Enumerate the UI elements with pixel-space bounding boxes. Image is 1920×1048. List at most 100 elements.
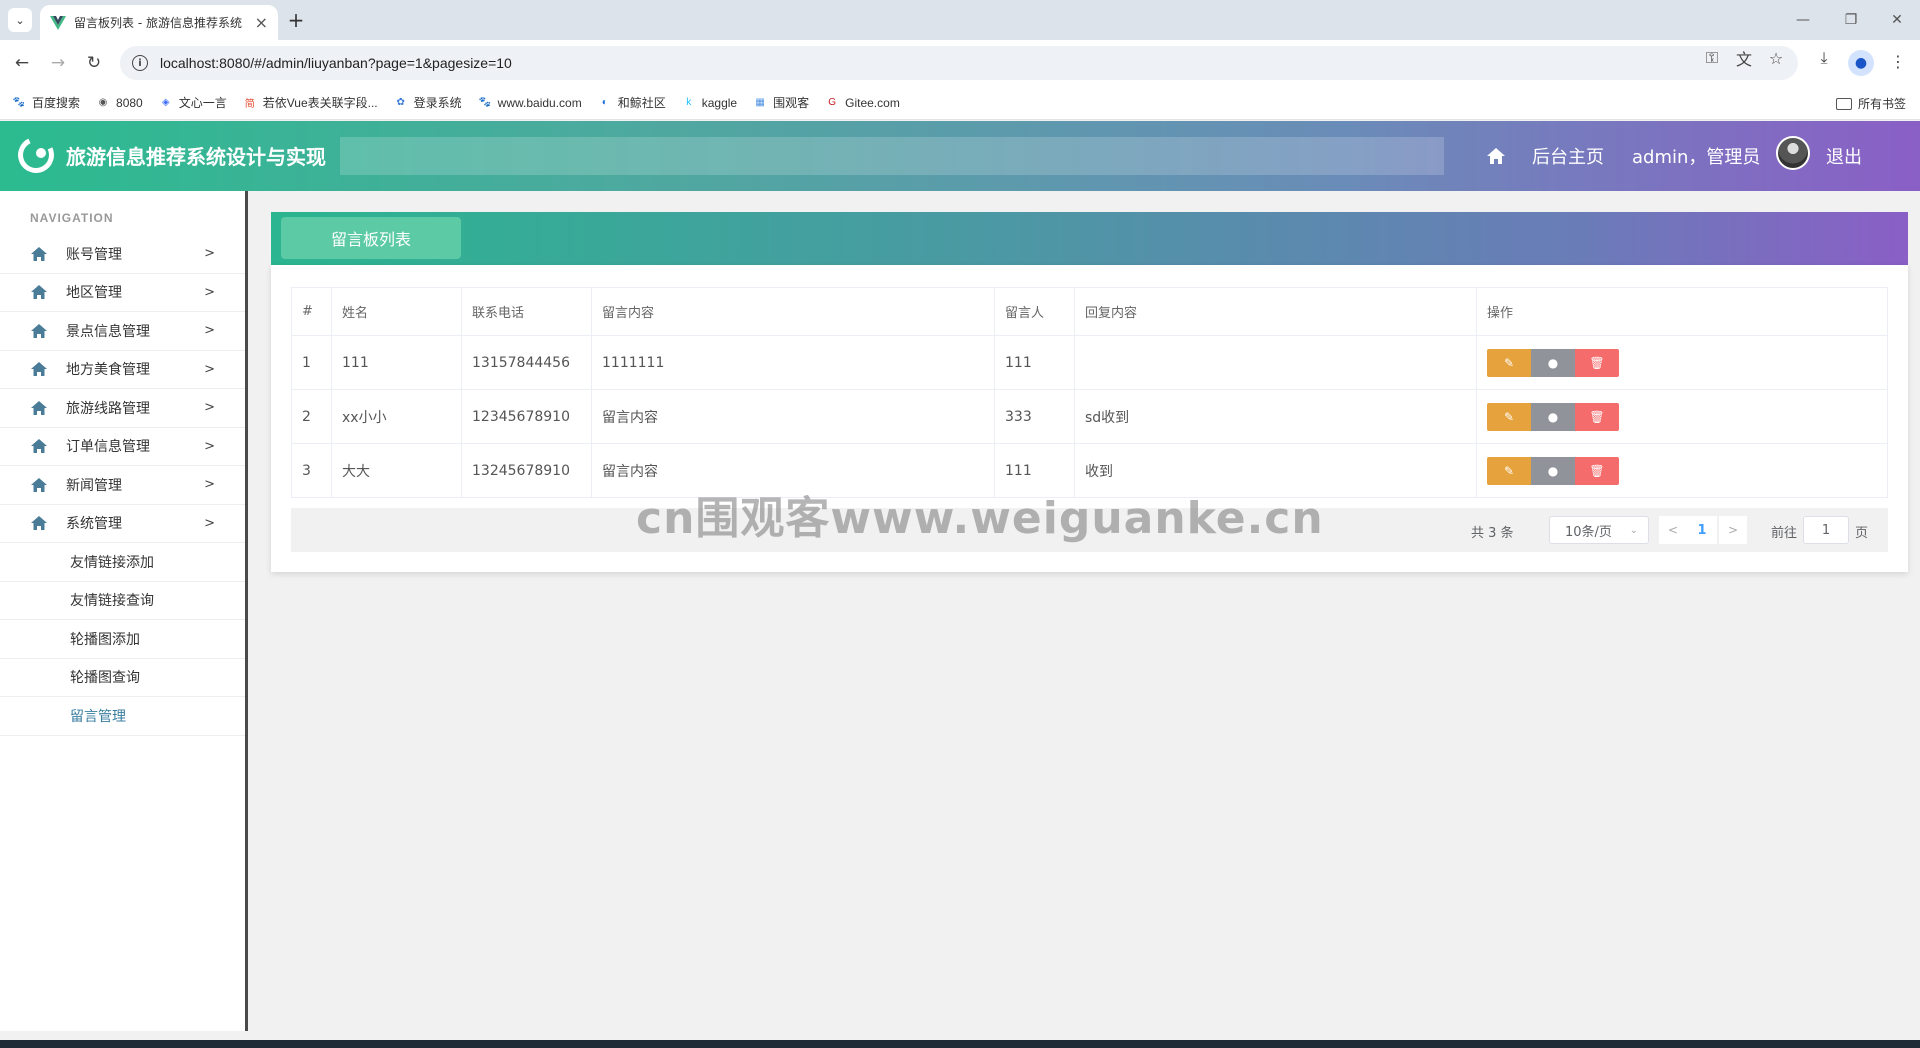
page-size-value: 10条/页 <box>1565 524 1612 540</box>
home-icon[interactable] <box>1486 146 1506 166</box>
sidebar-item-label: 新闻管理 <box>66 477 122 494</box>
sidebar-subitem-carousel-query[interactable]: 轮播图查询 <box>0 659 245 697</box>
sidebar-item-regions[interactable]: 地区管理 > <box>0 274 245 312</box>
delete-button[interactable]: 🗑 <box>1575 348 1619 377</box>
detail-button[interactable]: ● <box>1531 348 1575 377</box>
home-icon <box>31 362 47 377</box>
delete-button[interactable]: 🗑 <box>1575 402 1619 431</box>
cell-phone: 13245678910 <box>461 443 592 498</box>
table-header-row: # 姓名 联系电话 留言内容 留言人 回复内容 操作 <box>291 287 1888 336</box>
edit-button[interactable]: ✎ <box>1487 456 1531 485</box>
close-icon[interactable]: × <box>255 13 268 32</box>
browser-tab[interactable]: 留言板列表 - 旅游信息推荐系统 × <box>40 5 278 40</box>
minimize-icon[interactable]: — <box>1780 0 1826 40</box>
bookmark-item[interactable]: ▦ 围观客 <box>753 94 809 111</box>
cell-reply: sd收到 <box>1074 389 1477 444</box>
table-row: 1 111 13157844456 1111111 111 ✎ ● 🗑 <box>291 335 1888 390</box>
home-icon <box>31 323 47 338</box>
cell-name: 大大 <box>331 443 462 498</box>
sidebar-subitem-message-management[interactable]: 留言管理 <box>0 697 245 736</box>
chevron-right-icon: > <box>204 284 215 300</box>
page-size-select[interactable]: 10条/页 ⌄ <box>1549 516 1649 544</box>
more-menu-icon[interactable]: ⋮ <box>1888 52 1908 71</box>
bookmark-item[interactable]: ◐ 和鲸社区 <box>598 94 666 111</box>
user-avatar[interactable] <box>1776 136 1810 170</box>
admin-home-link[interactable]: 后台主页 <box>1532 143 1604 169</box>
sidebar-item-local-food[interactable]: 地方美食管理 > <box>0 351 245 389</box>
table-row: 2 xx小小 12345678910 留言内容 333 sd收到 ✎ ● 🗑 <box>291 389 1888 444</box>
back-arrow-icon[interactable]: ← <box>10 51 34 75</box>
bookmark-item[interactable]: ◈ 文心一言 <box>159 94 227 111</box>
row-index: 3 <box>291 443 332 498</box>
site-info-icon[interactable]: i <box>132 55 148 71</box>
url-field[interactable]: i localhost:8080/#/admin/liuyanban?page=… <box>120 46 1798 80</box>
reload-icon[interactable]: ↻ <box>82 51 106 75</box>
globe-icon: ◉ <box>98 97 108 108</box>
bookmark-item[interactable]: ✿ 登录系统 <box>394 94 461 111</box>
prev-page-button[interactable]: < <box>1659 516 1687 544</box>
sidebar-item-news[interactable]: 新闻管理 > <box>0 466 245 505</box>
sidebar-item-label: 账号管理 <box>66 246 122 263</box>
info-icon: ● <box>1547 409 1559 424</box>
baidu-paw-icon: 🐾 <box>12 97 26 108</box>
trash-icon: 🗑 <box>1589 409 1605 424</box>
navigation-heading: NAVIGATION <box>30 211 114 225</box>
sidebar-item-orders[interactable]: 订单信息管理 > <box>0 428 245 466</box>
trash-icon: 🗑 <box>1589 355 1605 370</box>
cell-content: 1111111 <box>591 335 995 390</box>
password-key-icon[interactable]: ⚿ <box>1702 48 1722 68</box>
sidebar-subitem-carousel-add[interactable]: 轮播图添加 <box>0 620 245 659</box>
current-user-label: admin，管理员 <box>1632 147 1761 168</box>
column-header: 姓名 <box>331 287 462 336</box>
sidebar-subitem-friend-link-add[interactable]: 友情链接添加 <box>0 543 245 582</box>
download-icon[interactable]: ⤓ <box>1814 48 1834 68</box>
chevron-right-icon: > <box>204 400 215 416</box>
logo-dot <box>36 148 46 158</box>
detail-button[interactable]: ● <box>1531 456 1575 485</box>
bookmark-item[interactable]: ◉ 8080 <box>96 96 143 110</box>
profile-avatar-icon[interactable]: ● <box>1848 50 1874 76</box>
edit-button[interactable]: ✎ <box>1487 348 1531 377</box>
cell-name: 111 <box>331 335 462 390</box>
sidebar-item-attractions[interactable]: 景点信息管理 > <box>0 312 245 351</box>
column-header: # <box>291 287 332 336</box>
all-bookmarks-button[interactable]: 所有书签 <box>1835 95 1906 112</box>
tab-search-button[interactable]: ⌄ <box>8 8 32 32</box>
bookmark-item[interactable]: 🐾 www.baidu.com <box>478 96 581 110</box>
detail-button[interactable]: ● <box>1531 402 1575 431</box>
column-header: 留言内容 <box>591 287 995 336</box>
chevron-right-icon: > <box>204 438 215 454</box>
page-number-current[interactable]: 1 <box>1687 516 1717 544</box>
delete-button[interactable]: 🗑 <box>1575 456 1619 485</box>
bookmark-item[interactable]: 简若依Vue表关联字段... <box>243 94 378 111</box>
bookmark-item[interactable]: k kaggle <box>682 96 737 110</box>
forward-arrow-icon[interactable]: → <box>46 51 70 75</box>
bookmark-item[interactable]: G Gitee.com <box>825 96 900 110</box>
action-button-group: ✎ ● 🗑 <box>1487 456 1877 485</box>
window-close-icon[interactable]: ✕ <box>1874 0 1920 40</box>
bookmark-item[interactable]: 🐾 百度搜索 <box>12 94 80 111</box>
sidebar-item-routes[interactable]: 旅游线路管理 > <box>0 389 245 428</box>
translate-icon[interactable]: 文 <box>1734 48 1754 69</box>
sidebar-subitem-friend-link-query[interactable]: 友情链接查询 <box>0 582 245 620</box>
logout-link[interactable]: 退出 <box>1826 143 1862 169</box>
panel-tab[interactable]: 留言板列表 <box>281 217 461 259</box>
app-title: 旅游信息推荐系统设计与实现 <box>66 145 326 169</box>
new-tab-button[interactable]: + <box>284 8 308 32</box>
chevron-right-icon: > <box>204 515 215 531</box>
sidebar-item-system[interactable]: 系统管理 > <box>0 505 245 543</box>
cell-actions: ✎ ● 🗑 <box>1476 335 1888 390</box>
home-icon <box>31 285 47 300</box>
restore-icon[interactable]: ❐ <box>1828 0 1874 40</box>
folder-icon <box>1835 97 1852 110</box>
edit-button[interactable]: ✎ <box>1487 402 1531 431</box>
page-unit-label: 页 <box>1855 526 1869 541</box>
next-page-button[interactable]: > <box>1719 516 1747 544</box>
goto-page-input[interactable]: 1 <box>1803 516 1849 544</box>
chevron-right-icon: > <box>204 323 215 339</box>
sidebar-item-accounts[interactable]: 账号管理 > <box>0 235 245 274</box>
sidebar-item-label: 景点信息管理 <box>66 323 150 340</box>
star-icon[interactable]: ☆ <box>1766 48 1786 68</box>
cell-actions: ✎ ● 🗑 <box>1476 443 1888 498</box>
message-table: # 姓名 联系电话 留言内容 留言人 回复内容 操作 1 111 1315784… <box>291 287 1888 498</box>
